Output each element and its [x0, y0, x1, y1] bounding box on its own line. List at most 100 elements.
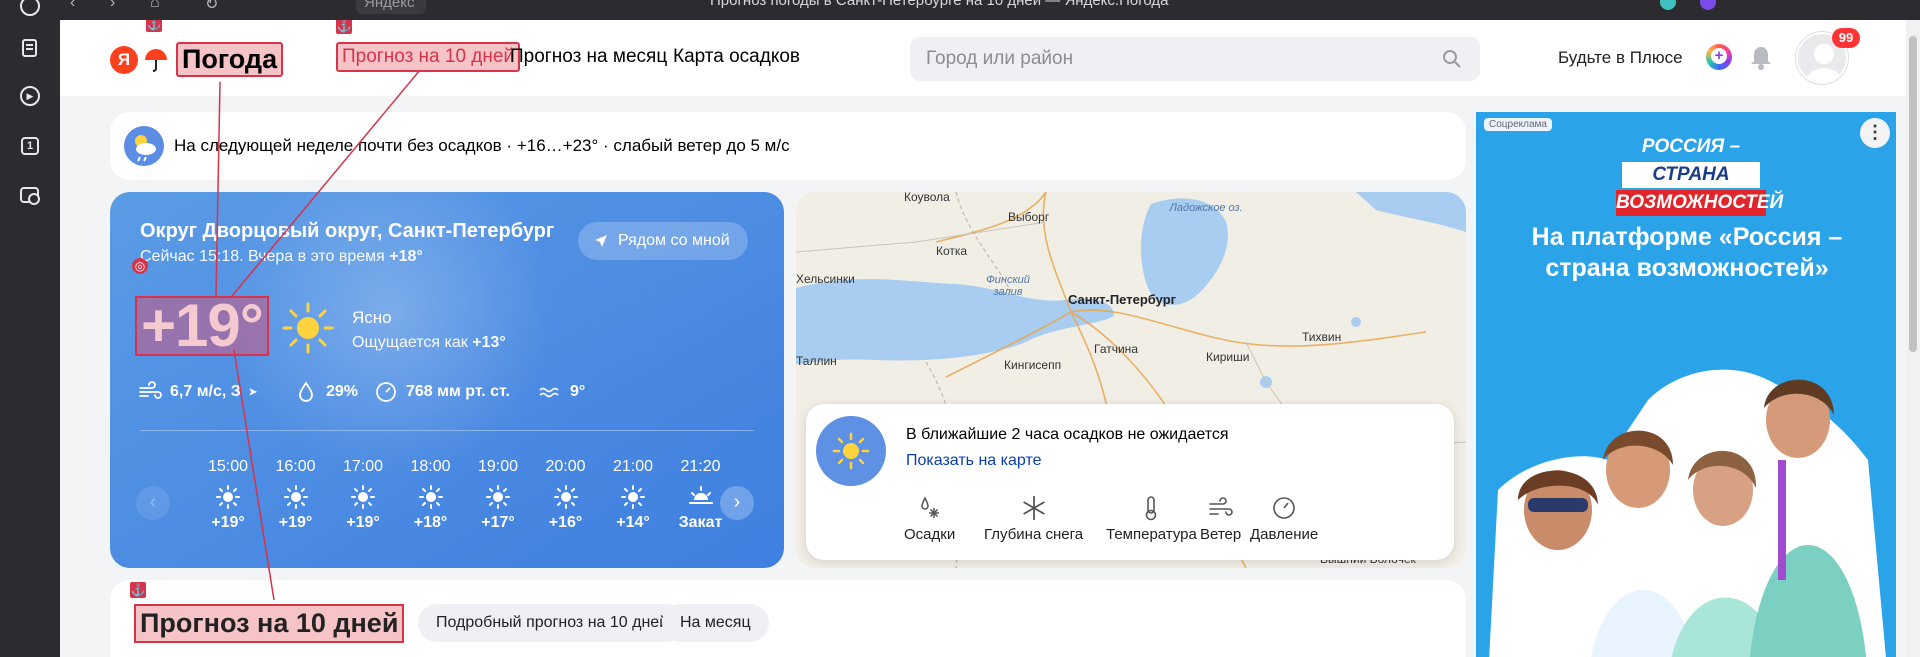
anchor-marker-icon: ⚓ [336, 20, 352, 34]
yandex-logo[interactable]: Я [110, 46, 138, 74]
pressure-gauge-icon [376, 382, 396, 402]
forward-icon[interactable]: › [110, 0, 115, 12]
ad-headline: На платформе «Россия – страна возможност… [1531, 223, 1843, 282]
search-icon[interactable] [1442, 49, 1462, 69]
hour-time: 17:00 [342, 458, 384, 475]
hour-temp: +16° [548, 514, 583, 531]
wind-param[interactable]: 6,7 м/с, З ➤ [138, 380, 257, 404]
notification-badge: 99 [1832, 28, 1860, 48]
extension-icon[interactable] [1660, 0, 1676, 10]
hour-temp: +19° [346, 514, 380, 531]
feels-like-value: +13° [472, 334, 506, 351]
map-city-label: Кингисепп [1004, 358, 1062, 372]
ad-label: Соцреклама [1484, 118, 1552, 131]
layer-label: Осадки [904, 526, 956, 543]
map-city-label: Санкт-Петербург [1068, 292, 1177, 307]
back-icon[interactable]: ‹ [70, 0, 75, 12]
precipitation-map[interactable]: Коувола Выборг Котка Хельсинки Санкт-Пет… [796, 192, 1466, 568]
nav-precipitation-map[interactable]: Карта осадков [673, 46, 800, 68]
hour-time: 18:00 [410, 458, 451, 475]
browser-titlebar: ‹ › ⌂ ↻ Яндекс Прогноз погоды в Санкт-Пе… [60, 0, 1920, 20]
home-icon[interactable]: ⌂ [150, 0, 160, 12]
alice-icon[interactable] [1700, 0, 1716, 10]
nowcast-panel: В ближайшие 2 часа осадков не ожидается … [806, 404, 1454, 560]
thermometer-icon [1146, 496, 1157, 521]
nearby-button[interactable]: Рядом со мной [578, 222, 748, 260]
water-waves-icon [539, 387, 559, 398]
water-param: 9° [538, 380, 585, 404]
ad-brand-line: РОССИЯ – [1641, 136, 1741, 157]
screenshot-icon[interactable] [18, 184, 42, 208]
sun-icon [401, 482, 461, 512]
hour-time: 21:20 [680, 458, 721, 475]
hour-time: 19:00 [477, 458, 519, 475]
pressure-value: 768 мм рт. ст. [406, 383, 510, 400]
layer-temperature[interactable]: Температура [1106, 494, 1197, 543]
humidity-param: 29% [294, 380, 358, 404]
layer-label: Температура [1106, 526, 1197, 543]
hourly-next-button[interactable]: › [720, 486, 754, 520]
nav-10-day-forecast[interactable]: Прогноз на 10 дней [336, 42, 521, 72]
nav-month-forecast[interactable]: Прогноз на месяц [510, 46, 667, 68]
hourly-prev-button[interactable]: ‹ [136, 486, 170, 520]
current-time-line: Сейчас 15:18. Вчера в это время +18° [140, 248, 423, 266]
layer-precipitation[interactable]: Осадки [904, 494, 955, 543]
nowcast-message: В ближайшие 2 часа осадков не ожидается [906, 426, 1229, 443]
ad-people-photo [1489, 369, 1886, 657]
weekly-alert-banner[interactable]: На следующей неделе почти без осадков · … [110, 112, 1466, 180]
humidity-drop-icon [299, 381, 313, 402]
browser-sidebar: ▶ 1 [0, 0, 60, 657]
tabs-count: 1 [21, 137, 39, 155]
condition-text: Ясно [352, 308, 392, 327]
address-bar[interactable]: Яндекс [356, 0, 427, 14]
snowflake-icon [1022, 496, 1045, 520]
social-ad-banner[interactable]: Соцреклама ⋮ РОССИЯ – СТРАНА ВОЗМОЖНОСТЕ… [1476, 112, 1896, 657]
plus-icon[interactable] [1706, 44, 1732, 70]
layer-snow-depth[interactable]: Глубина снега [984, 494, 1083, 543]
hour-temp: Закат [678, 514, 723, 531]
precipitation-icon [920, 496, 939, 518]
sun-icon [536, 482, 596, 512]
cloud-sun-icon [124, 126, 164, 166]
logo-text[interactable]: Погода [176, 42, 284, 77]
more-options-icon[interactable]: ⋮ [1860, 118, 1890, 148]
anchor-marker-icon: ⚓ [130, 582, 146, 598]
collections-icon[interactable] [18, 36, 42, 60]
layer-pressure[interactable]: Давление [1250, 494, 1318, 543]
hourly-item: 17:00 +19° [333, 458, 393, 532]
pill-detailed-forecast[interactable]: Подробный прогноз на 10 дней [418, 604, 687, 642]
scrollbar-thumb[interactable] [1909, 36, 1917, 352]
umbrella-logo-icon[interactable] [142, 46, 170, 74]
hour-temp: +19° [211, 514, 245, 531]
header: Я Погода ⚓ Прогноз на 10 дней ⚓ Прогноз … [60, 20, 1920, 96]
map-city-label: Гатчина [1094, 342, 1138, 356]
sun-icon [603, 482, 663, 512]
pressure-param: 768 мм рт. ст. [374, 380, 510, 404]
location-arrow-icon [595, 235, 607, 247]
sun-icon [282, 302, 334, 354]
circle-menu-icon[interactable] [18, 0, 42, 18]
page-scrollbar[interactable] [1906, 20, 1920, 657]
map-city-label: Хельсинки [796, 272, 855, 286]
water-temp-value: 9° [570, 383, 586, 400]
bell-icon[interactable] [1746, 42, 1776, 72]
search-input[interactable] [926, 37, 1426, 81]
search-box[interactable] [910, 37, 1480, 81]
tabs-count-icon[interactable]: 1 [18, 134, 42, 158]
hour-time: 21:00 [612, 458, 654, 475]
map-water-label: Ладожское оз. [1169, 202, 1243, 214]
layer-wind[interactable]: Ветер [1200, 494, 1241, 543]
reload-icon[interactable]: ↻ [205, 0, 218, 14]
ad-brand-line: СТРАНА [1622, 162, 1760, 188]
plus-promo-text[interactable]: Будьте в Плюсе [1558, 48, 1683, 68]
alert-text: На следующей неделе почти без осадков · … [174, 136, 790, 155]
weather-page: Я Погода ⚓ Прогноз на 10 дней ⚓ Прогноз … [60, 20, 1920, 657]
current-weather-card: Округ Дворцовый округ, Санкт-Петербург С… [110, 192, 784, 568]
hour-temp: +18° [413, 514, 448, 531]
location-title[interactable]: Округ Дворцовый округ, Санкт-Петербург [140, 220, 554, 243]
current-temperature: +19° [135, 296, 269, 356]
video-icon[interactable]: ▶ [18, 84, 42, 108]
show-on-map-link[interactable]: Показать на карте [906, 452, 1041, 470]
pill-month[interactable]: На месяц [662, 604, 769, 642]
sun-icon [333, 482, 393, 512]
